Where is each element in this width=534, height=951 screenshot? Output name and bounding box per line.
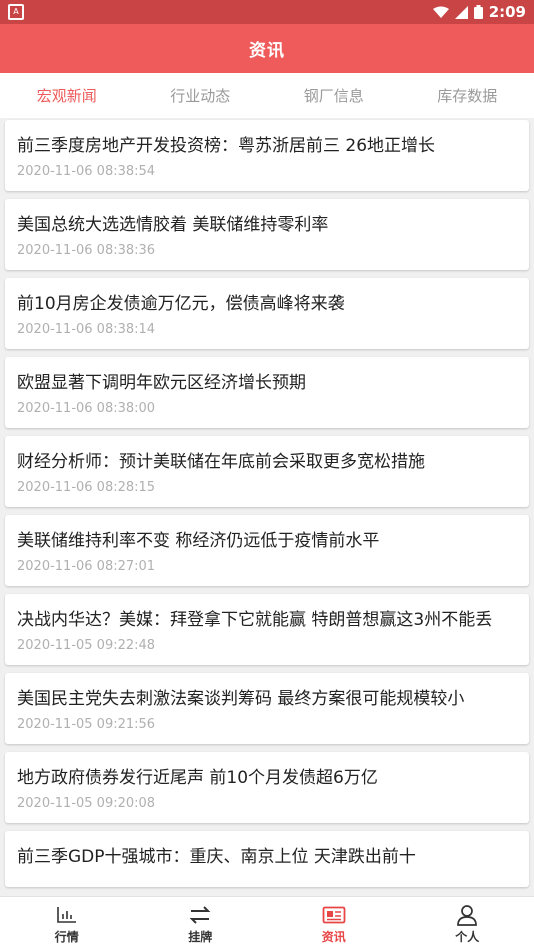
category-tabs: 宏观新闻 行业动态 钢厂信息 库存数据 xyxy=(0,73,534,118)
news-time: 2020-11-05 09:22:48 xyxy=(17,638,517,653)
status-bar: A 2:09 xyxy=(0,0,534,24)
tab-steel-mill-info[interactable]: 钢厂信息 xyxy=(267,73,401,118)
nav-label: 资讯 xyxy=(322,928,346,945)
app-notification-icon: A xyxy=(8,4,24,20)
news-time: 2020-11-05 09:20:08 xyxy=(17,796,517,811)
news-title: 前三季GDP十强城市：重庆、南京上位 天津跌出前十 xyxy=(17,845,517,869)
news-title: 美联储维持利率不变 称经济仍远低于疫情前水平 xyxy=(17,529,517,553)
wifi-icon xyxy=(433,6,449,19)
news-title: 美国民主党失去刺激法案谈判筹码 最终方案很可能规模较小 xyxy=(17,687,517,711)
news-title: 美国总统大选选情胶着 美联储维持零利率 xyxy=(17,213,517,237)
news-title: 前三季度房地产开发投资榜：粤苏浙居前三 26地正增长 xyxy=(17,134,517,158)
news-title: 地方政府债券发行近尾声 前10个月发债超6万亿 xyxy=(17,766,517,790)
news-icon xyxy=(322,904,346,926)
news-title: 财经分析师：预计美联储在年底前会采取更多宽松措施 xyxy=(17,450,517,474)
news-time: 2020-11-06 08:38:54 xyxy=(17,164,517,179)
news-card[interactable]: 美国民主党失去刺激法案谈判筹码 最终方案很可能规模较小 2020-11-05 0… xyxy=(5,673,529,744)
nav-label: 行情 xyxy=(55,928,79,945)
news-time: 2020-11-05 09:21:56 xyxy=(17,717,517,732)
chart-icon xyxy=(56,904,78,926)
nav-news[interactable]: 资讯 xyxy=(267,897,401,951)
page-title: 资讯 xyxy=(249,36,285,61)
nav-profile[interactable]: 个人 xyxy=(401,897,534,951)
status-time: 2:09 xyxy=(489,3,526,21)
news-card[interactable]: 地方政府债券发行近尾声 前10个月发债超6万亿 2020-11-05 09:20… xyxy=(5,752,529,823)
news-card[interactable]: 前10月房企发债逾万亿元，偿债高峰将来袭 2020-11-06 08:38:14 xyxy=(5,278,529,349)
news-time: 2020-11-06 08:38:36 xyxy=(17,243,517,258)
nav-label: 挂牌 xyxy=(188,928,212,945)
news-time: 2020-11-06 08:38:14 xyxy=(17,322,517,337)
news-card[interactable]: 财经分析师：预计美联储在年底前会采取更多宽松措施 2020-11-06 08:2… xyxy=(5,436,529,507)
nav-label: 个人 xyxy=(455,928,479,945)
news-card[interactable]: 美联储维持利率不变 称经济仍远低于疫情前水平 2020-11-06 08:27:… xyxy=(5,515,529,586)
news-card[interactable]: 美国总统大选选情胶着 美联储维持零利率 2020-11-06 08:38:36 xyxy=(5,199,529,270)
news-card[interactable]: 决战内华达？美媒：拜登拿下它就能赢 特朗普想赢这3州不能丢 2020-11-05… xyxy=(5,594,529,665)
news-time: 2020-11-06 08:27:01 xyxy=(17,559,517,574)
news-title: 决战内华达？美媒：拜登拿下它就能赢 特朗普想赢这3州不能丢 xyxy=(17,608,517,632)
news-time: 2020-11-06 08:28:15 xyxy=(17,480,517,495)
signal-icon xyxy=(455,6,468,19)
news-card[interactable]: 前三季度房地产开发投资榜：粤苏浙居前三 26地正增长 2020-11-06 08… xyxy=(5,120,529,191)
news-list[interactable]: 前三季度房地产开发投资榜：粤苏浙居前三 26地正增长 2020-11-06 08… xyxy=(0,118,534,896)
news-title: 欧盟显著下调明年欧元区经济增长预期 xyxy=(17,371,517,395)
battery-icon xyxy=(474,5,483,19)
news-card[interactable]: 欧盟显著下调明年欧元区经济增长预期 2020-11-06 08:38:00 xyxy=(5,357,529,428)
nav-market[interactable]: 行情 xyxy=(0,897,134,951)
person-icon xyxy=(456,904,478,926)
news-title: 前10月房企发债逾万亿元，偿债高峰将来袭 xyxy=(17,292,517,316)
app-bar: 资讯 xyxy=(0,24,534,73)
bottom-nav: 行情 挂牌 资讯 个人 xyxy=(0,896,534,951)
news-card[interactable]: 前三季GDP十强城市：重庆、南京上位 天津跌出前十 xyxy=(5,831,529,887)
tab-inventory-data[interactable]: 库存数据 xyxy=(401,73,534,118)
tab-macro-news[interactable]: 宏观新闻 xyxy=(0,73,134,118)
news-time: 2020-11-06 08:38:00 xyxy=(17,401,517,416)
swap-icon xyxy=(189,904,211,926)
nav-listing[interactable]: 挂牌 xyxy=(134,897,268,951)
tab-industry-news[interactable]: 行业动态 xyxy=(134,73,268,118)
